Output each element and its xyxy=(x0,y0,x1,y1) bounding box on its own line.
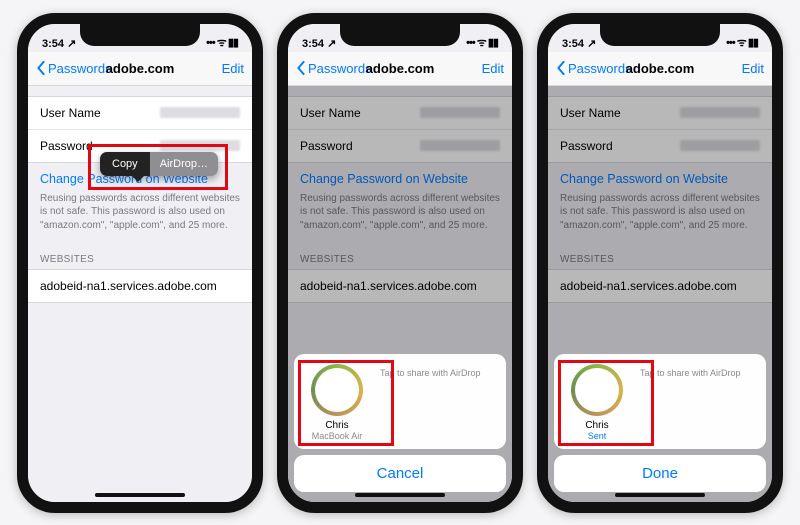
screen-body: User Name Password Change Password on We… xyxy=(28,86,252,502)
phone-frame: 3:54 ↗ ••• ᯤ ▮▮ Passwords adobe.com Edit… xyxy=(17,13,263,513)
copy-action[interactable]: Copy xyxy=(100,152,150,176)
contact-status-sent: Sent xyxy=(562,431,632,441)
websites-header: WEBSITES xyxy=(548,240,772,269)
username-value-redacted xyxy=(680,107,760,118)
password-row: Password xyxy=(548,129,772,162)
screen-body-dimmed: User Name Password Change Password on We… xyxy=(548,86,772,502)
airdrop-contact[interactable]: Chris MacBook Air xyxy=(302,364,372,441)
contact-name: Chris xyxy=(562,420,632,431)
username-row[interactable]: User Name xyxy=(28,97,252,129)
back-button[interactable]: Passwords xyxy=(296,61,372,76)
phone-1: 3:54 ↗ ••• ᯤ ▮▮ Passwords adobe.com Edit… xyxy=(17,13,263,513)
username-row: User Name xyxy=(548,97,772,129)
cancel-button[interactable]: Cancel xyxy=(294,455,506,492)
password-label: Password xyxy=(40,139,93,153)
airdrop-card: Chris MacBook Air Tap to share with AirD… xyxy=(294,354,506,449)
chevron-left-icon xyxy=(36,61,46,75)
phone-3: 3:54 ↗ ••• ᯤ ▮▮ Passwords adobe.com Edit… xyxy=(537,13,783,513)
airdrop-card: Chris Sent Tap to share with AirDrop xyxy=(554,354,766,449)
contact-avatar-icon xyxy=(311,364,363,416)
password-value-redacted xyxy=(420,140,500,151)
username-label: User Name xyxy=(300,106,361,120)
screen: 3:54 ↗ ••• ᯤ ▮▮ Passwords adobe.com Edit… xyxy=(548,24,772,502)
back-label: Passwords xyxy=(568,61,632,76)
reuse-warning-note: Reusing passwords across different websi… xyxy=(548,190,772,241)
home-indicator[interactable] xyxy=(95,493,185,497)
password-value-redacted xyxy=(160,140,240,151)
chevron-left-icon xyxy=(556,61,566,75)
back-button[interactable]: Passwords xyxy=(36,61,112,76)
website-row: adobeid-na1.services.adobe.com xyxy=(288,269,512,303)
airdrop-share-sheet: Chris MacBook Air Tap to share with AirD… xyxy=(288,354,512,502)
airdrop-hint: Tap to share with AirDrop xyxy=(640,364,758,378)
edit-button[interactable]: Edit xyxy=(482,61,504,76)
phone-frame: 3:54 ↗ ••• ᯤ ▮▮ Passwords adobe.com Edit… xyxy=(537,13,783,513)
nav-bar: Passwords adobe.com Edit xyxy=(288,52,512,86)
edit-button[interactable]: Edit xyxy=(742,61,764,76)
bubble-tail-icon xyxy=(132,176,144,182)
password-value-redacted xyxy=(680,140,760,151)
screen: 3:54 ↗ ••• ᯤ ▮▮ Passwords adobe.com Edit… xyxy=(28,24,252,502)
airdrop-contact[interactable]: Chris Sent xyxy=(562,364,632,441)
reuse-warning-note: Reusing passwords across different websi… xyxy=(288,190,512,241)
username-value-redacted xyxy=(160,107,240,118)
reuse-warning-note: Reusing passwords across different websi… xyxy=(28,190,252,241)
contact-device: MacBook Air xyxy=(302,431,372,441)
credentials-section: User Name Password xyxy=(548,96,772,163)
username-label: User Name xyxy=(560,106,621,120)
password-row: Password xyxy=(288,129,512,162)
credentials-section: User Name Password xyxy=(288,96,512,163)
contact-name: Chris xyxy=(302,420,372,431)
phone-2: 3:54 ↗ ••• ᯤ ▮▮ Passwords adobe.com Edit… xyxy=(277,13,523,513)
airdrop-hint: Tap to share with AirDrop xyxy=(380,364,498,378)
chevron-left-icon xyxy=(296,61,306,75)
nav-bar: Passwords adobe.com Edit xyxy=(28,52,252,86)
username-row: User Name xyxy=(288,97,512,129)
screen-body-dimmed: User Name Password Change Password on We… xyxy=(288,86,512,502)
notch xyxy=(340,24,460,46)
websites-header: WEBSITES xyxy=(28,240,252,269)
website-row[interactable]: adobeid-na1.services.adobe.com xyxy=(28,269,252,303)
done-button[interactable]: Done xyxy=(554,455,766,492)
screen: 3:54 ↗ ••• ᯤ ▮▮ Passwords adobe.com Edit… xyxy=(288,24,512,502)
phone-frame: 3:54 ↗ ••• ᯤ ▮▮ Passwords adobe.com Edit… xyxy=(277,13,523,513)
airdrop-share-sheet: Chris Sent Tap to share with AirDrop Don… xyxy=(548,354,772,502)
contact-avatar-icon xyxy=(571,364,623,416)
nav-bar: Passwords adobe.com Edit xyxy=(548,52,772,86)
back-button[interactable]: Passwords xyxy=(556,61,632,76)
websites-header: WEBSITES xyxy=(288,240,512,269)
notch xyxy=(80,24,200,46)
back-label: Passwords xyxy=(48,61,112,76)
username-value-redacted xyxy=(420,107,500,118)
notch xyxy=(600,24,720,46)
change-password-link: Change Password on Website xyxy=(548,163,772,190)
password-label: Password xyxy=(300,139,353,153)
context-menu: Copy AirDrop… xyxy=(100,152,218,176)
change-password-link: Change Password on Website xyxy=(288,163,512,190)
airdrop-action[interactable]: AirDrop… xyxy=(150,152,218,176)
password-label: Password xyxy=(560,139,613,153)
three-phone-layout: 3:54 ↗ ••• ᯤ ▮▮ Passwords adobe.com Edit… xyxy=(0,0,800,525)
website-row: adobeid-na1.services.adobe.com xyxy=(548,269,772,303)
username-label: User Name xyxy=(40,106,101,120)
back-label: Passwords xyxy=(308,61,372,76)
edit-button[interactable]: Edit xyxy=(222,61,244,76)
